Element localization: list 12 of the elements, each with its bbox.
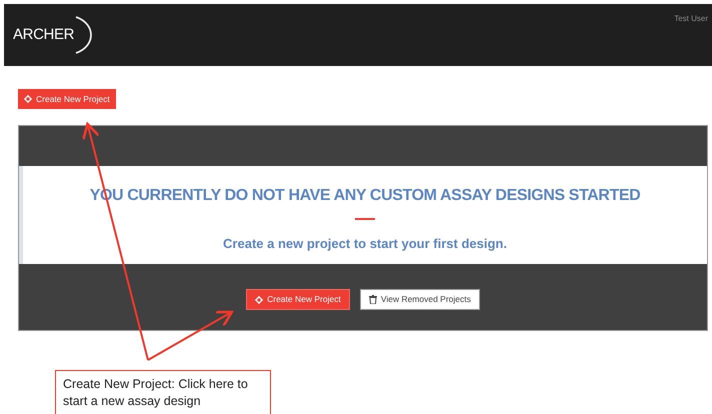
logo-arc-icon — [74, 16, 94, 54]
create-project-button[interactable]: View Removed Projects — [360, 289, 480, 310]
crosshair-icon — [24, 95, 32, 103]
crosshair-icon — [255, 296, 264, 304]
trash-icon — [368, 295, 377, 304]
logo-text: ARCHER — [13, 24, 74, 45]
title-divider — [355, 218, 375, 220]
create-project-button[interactable]: Create New Project — [18, 89, 116, 109]
user-name: Test User — [674, 13, 709, 25]
create-project-button[interactable]: Create New Project — [246, 289, 350, 310]
callout-text: Create New Project: Click here to start a new assay design — [63, 376, 249, 410]
empty-state-subtitle: Create a new project to start your first design. — [223, 235, 507, 253]
